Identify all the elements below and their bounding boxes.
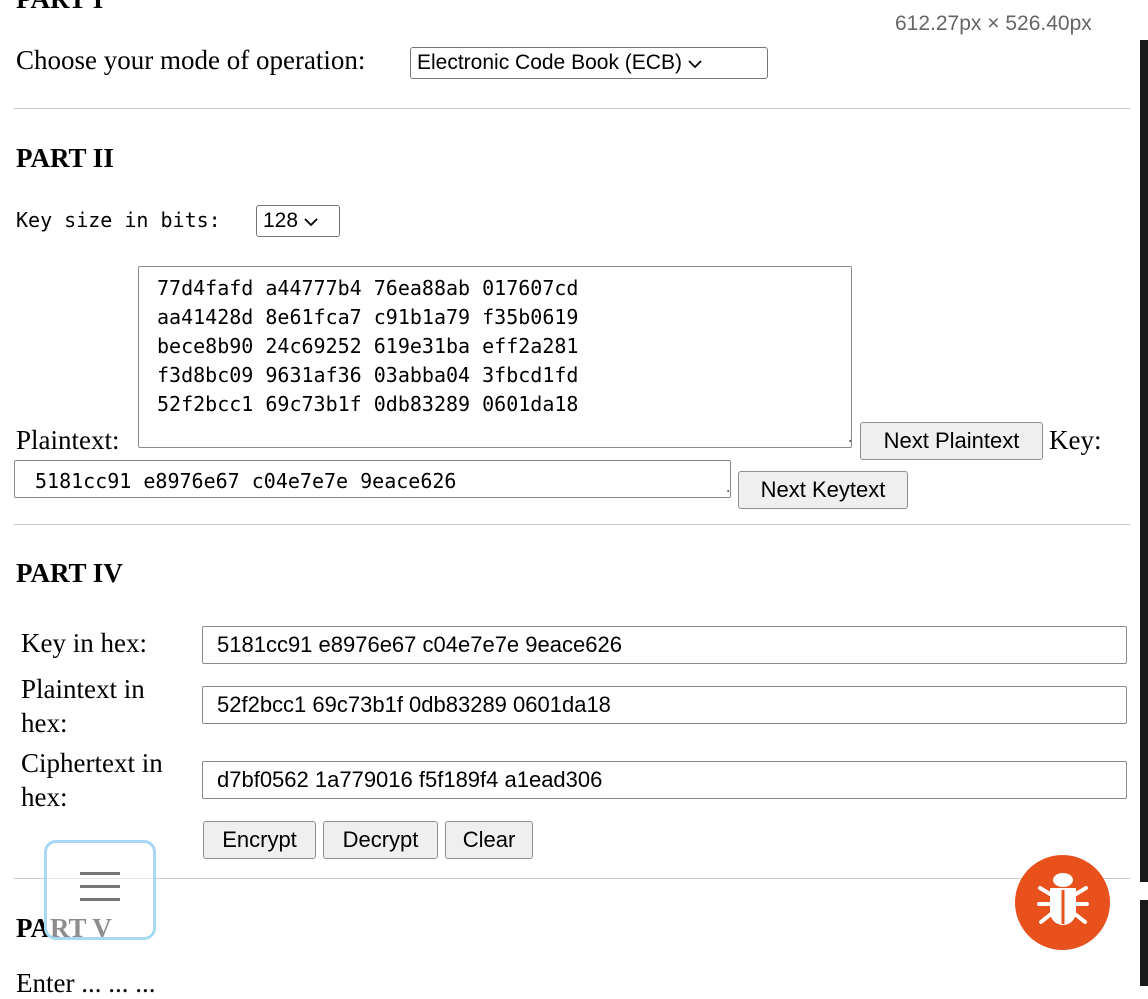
menu-button[interactable]: [44, 840, 156, 940]
next-plaintext-button[interactable]: Next Plaintext: [860, 422, 1043, 460]
plaintext-hex-label-line1: Plaintext in: [21, 674, 145, 704]
part4-title: PART IV: [16, 558, 123, 588]
encrypt-button[interactable]: Encrypt: [203, 821, 316, 859]
divider: [14, 108, 1130, 109]
key-size-label: Key size in bits:: [16, 208, 221, 232]
decrypt-button[interactable]: Decrypt: [323, 821, 438, 859]
plaintext-label: Plaintext:: [16, 425, 120, 455]
key-size-select[interactable]: 128: [256, 205, 340, 237]
part5-partial-text: Enter ... ... ...: [16, 968, 156, 998]
scrollbar[interactable]: [1140, 40, 1148, 882]
clear-button[interactable]: Clear: [445, 821, 533, 859]
ciphertext-hex-input[interactable]: d7bf0562 1a779016 f5f189f4 a1ead306: [202, 761, 1127, 799]
resize-handle[interactable]: .: [724, 480, 732, 496]
mode-select[interactable]: Electronic Code Book (ECB): [410, 47, 768, 79]
key-hex-input[interactable]: 5181cc91 e8976e67 c04e7e7e 9eace626: [202, 626, 1127, 664]
divider: [14, 878, 1130, 879]
next-keytext-button[interactable]: Next Keytext: [738, 471, 908, 509]
bug-icon: [1036, 870, 1090, 935]
chevron-down-icon: [304, 209, 318, 233]
plaintext-textarea[interactable]: 77d4fafd a44777b4 76ea88ab 017607cd aa41…: [138, 266, 852, 448]
resize-handle[interactable]: .: [846, 430, 854, 446]
ciphertext-hex-label: Ciphertext in hex:: [21, 746, 163, 814]
chevron-down-icon: [688, 51, 702, 75]
plaintext-hex-label-line2: hex:: [21, 708, 68, 738]
dimensions-label: 612.27px × 526.40px: [895, 12, 1092, 35]
ciphertext-hex-label-line2: hex:: [21, 782, 68, 812]
scrollbar-lower[interactable]: [1140, 900, 1148, 986]
plaintext-hex-input[interactable]: 52f2bcc1 69c73b1f 0db83289 0601da18: [202, 686, 1127, 724]
divider: [14, 524, 1130, 525]
plaintext-hex-label: Plaintext in hex:: [21, 672, 145, 740]
mode-select-value: Electronic Code Book (ECB): [417, 51, 682, 74]
part2-title: PART II: [16, 143, 114, 173]
mode-label: Choose your mode of operation:: [16, 45, 366, 75]
key-label: Key:: [1049, 425, 1102, 455]
hamburger-menu-icon: [79, 870, 121, 911]
ciphertext-hex-label-line1: Ciphertext in: [21, 748, 163, 778]
key-textarea[interactable]: 5181cc91 e8976e67 c04e7e7e 9eace626: [14, 460, 731, 498]
key-hex-label: Key in hex:: [21, 628, 147, 658]
bug-report-button[interactable]: [1015, 855, 1110, 950]
part1-title: PART I: [16, 0, 103, 15]
key-size-value: 128: [263, 209, 299, 232]
